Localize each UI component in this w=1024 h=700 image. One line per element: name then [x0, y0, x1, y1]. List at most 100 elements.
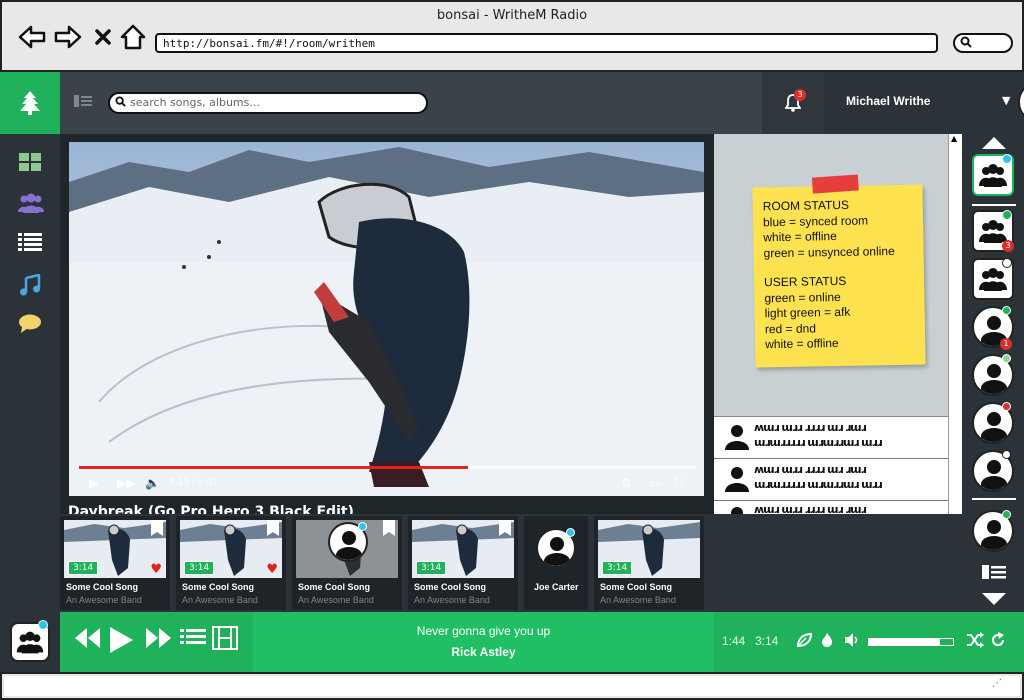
chat-text: ɯɹɯɹɹɹɹɹ ɯɹɯɹɹɯɹ ɯɹɹ	[754, 436, 882, 449]
browser-titlebar: bonsai - WritheM Radio http://bonsai.fm/…	[0, 0, 1024, 72]
user-status-dot	[1002, 450, 1011, 459]
room-status-dot	[1002, 154, 1012, 164]
song-artist: An Awesome Band	[600, 595, 676, 605]
heart-icon[interactable]: ♥	[150, 562, 162, 577]
user-silhouette-icon	[725, 425, 749, 450]
video-progress-bar[interactable]	[79, 466, 696, 469]
browser-search[interactable]	[953, 33, 1013, 53]
playlist-item[interactable]: 3:14 Some Cool Song An Awesome Band	[594, 516, 704, 610]
tape-decoration	[811, 174, 859, 194]
song-artist: An Awesome Band	[66, 595, 142, 605]
leaf-icon[interactable]	[796, 632, 813, 652]
room-status-dot	[1002, 210, 1012, 220]
elapsed-time: 1:44	[722, 634, 746, 648]
room-tile[interactable]	[0, 612, 60, 672]
room-rail: 3 1	[964, 134, 1024, 612]
list-toggle-icon[interactable]	[982, 564, 1006, 584]
volume-icon[interactable]: 🔈	[145, 476, 160, 490]
status-legend-note: ROOM STATUS blue = synced room white = o…	[752, 174, 926, 368]
play-icon[interactable]: ▶	[89, 476, 98, 490]
room-tile[interactable]	[972, 258, 1014, 300]
user-status-dot	[1002, 510, 1011, 519]
chat-text: ʍɯɹ ɯɹɹ ɹɹɹɹ ɯɹ ɹɯɹ	[754, 421, 867, 434]
song-title: Some Cool Song	[66, 582, 138, 592]
theater-icon[interactable]: ▭	[649, 476, 660, 490]
home-icon[interactable]	[120, 24, 146, 57]
room-badge: 3	[1002, 240, 1014, 252]
now-playing-artist: Rick Astley	[451, 645, 516, 659]
divider	[972, 498, 1016, 500]
playlist-item[interactable]: 3:14 Some Cool Song An Awesome Band	[408, 516, 518, 610]
chevron-down-icon[interactable]: ▼	[1002, 94, 1010, 107]
song-artist: An Awesome Band	[298, 595, 374, 605]
url-bar[interactable]: http://bonsai.fm/#!/room/writhem	[155, 33, 938, 53]
skip-next-icon[interactable]: ▶▶	[117, 476, 135, 490]
room-tile[interactable]: 3	[972, 210, 1014, 252]
panel-scrollbar[interactable]: ▲	[948, 134, 962, 514]
list-toggle-icon[interactable]	[74, 94, 92, 108]
volume-slider[interactable]	[868, 638, 954, 646]
chat-bubble-icon[interactable]	[18, 314, 42, 336]
chevron-down-icon[interactable]	[980, 588, 1008, 612]
thumbnail: 3:14 ♥	[64, 520, 166, 578]
now-playing: Never gonna give you up Rick Astley	[253, 612, 714, 672]
list-icon[interactable]	[18, 232, 42, 254]
fast-forward-icon[interactable]	[144, 626, 172, 657]
user-status-dot	[358, 522, 367, 531]
playlist-strip: 3:14 ♥ Some Cool Song An Awesome Band 3:…	[60, 514, 964, 612]
total-time: 3:14	[755, 634, 779, 648]
rewind-icon[interactable]	[74, 626, 102, 657]
user-silhouette-icon	[725, 467, 749, 492]
left-sidebar	[0, 134, 60, 612]
video-player[interactable]: ▶ ▶▶ 🔈 3:15 / 5:07 ⚙ ▭ ⛶	[69, 142, 704, 496]
user-name: Joe Carter	[534, 582, 579, 592]
room-tile[interactable]	[972, 154, 1014, 196]
chat-text: ɯɹɯɹɹɹɹɹ ɯɹɯɹɹɯɹ ɯɹɹ	[754, 478, 882, 491]
heart-icon[interactable]: ♥	[266, 562, 278, 577]
flame-icon[interactable]	[820, 632, 834, 652]
thumbnail: 3:14 ♥	[180, 520, 282, 578]
playlist-user[interactable]: Joe Carter	[524, 516, 588, 610]
duration-badge: 3:14	[68, 561, 99, 575]
search-icon	[115, 96, 126, 110]
shuffle-icon[interactable]	[966, 632, 984, 652]
settings-icon[interactable]: ⚙	[621, 476, 632, 490]
chevron-up-icon[interactable]	[980, 132, 1008, 156]
close-icon[interactable]	[94, 24, 112, 57]
playlist-item[interactable]: 3:14 ♥ Some Cool Song An Awesome Band	[60, 516, 170, 610]
music-note-icon[interactable]	[18, 273, 42, 296]
forward-arrow-icon[interactable]	[54, 24, 82, 57]
scroll-up-icon[interactable]: ▲	[951, 134, 957, 143]
fullscreen-icon[interactable]: ⛶	[675, 476, 683, 491]
user-menu[interactable]: Michael Writhe ▼	[824, 72, 1024, 134]
scroll-track[interactable]	[4, 676, 1020, 696]
playlist-item[interactable]: 3:14 ♥ Some Cool Song An Awesome Band	[176, 516, 286, 610]
chat-message: ʍɯɹ ɯɹɹ ɹɹɹɹ ɯɹ ɹɯɹ ɯɹɯɹɹɹɹɹ ɯɹɯɹɹɯɹ ɯɹɹ	[714, 417, 948, 459]
playlist-item[interactable]: Some Cool Song An Awesome Band	[292, 516, 402, 610]
volume-icon[interactable]	[844, 632, 860, 652]
user-status-dot	[1002, 354, 1011, 363]
notifications-button[interactable]: 3	[762, 72, 824, 134]
grid-icon[interactable]	[18, 152, 42, 174]
users-icon[interactable]	[18, 192, 44, 214]
repeat-icon[interactable]	[990, 632, 1006, 652]
song-artist: An Awesome Band	[414, 595, 490, 605]
thumbnail: 3:14	[412, 520, 514, 578]
divider	[972, 204, 1016, 206]
user-avatar[interactable]	[1018, 81, 1024, 123]
list-icon[interactable]	[180, 626, 206, 656]
user-badge: 1	[1000, 338, 1012, 350]
play-icon[interactable]	[108, 626, 134, 661]
app-window: search songs, albums... 3 Michael Writhe…	[0, 72, 1024, 672]
search-input[interactable]: search songs, albums...	[108, 92, 428, 114]
chat-message: ʍɯɹ ɯɹɹ ɹɹɹɹ ɯɹ ɹɯɹ ɯɹɯɹɹɹɹɹ ɯɹɯɹɹɯɹ ɯɹɹ	[714, 459, 948, 501]
back-arrow-icon[interactable]	[18, 24, 46, 57]
notification-badge: 3	[794, 89, 806, 101]
tree-logo-icon[interactable]	[0, 72, 60, 134]
user-status-dot	[1002, 306, 1011, 315]
current-room[interactable]	[10, 620, 50, 662]
resize-grip-icon[interactable]: ⋰	[992, 678, 1012, 694]
room-status-dot	[38, 620, 48, 630]
film-icon[interactable]	[212, 626, 238, 657]
horizontal-scrollbar[interactable]: ⋰	[0, 672, 1024, 700]
